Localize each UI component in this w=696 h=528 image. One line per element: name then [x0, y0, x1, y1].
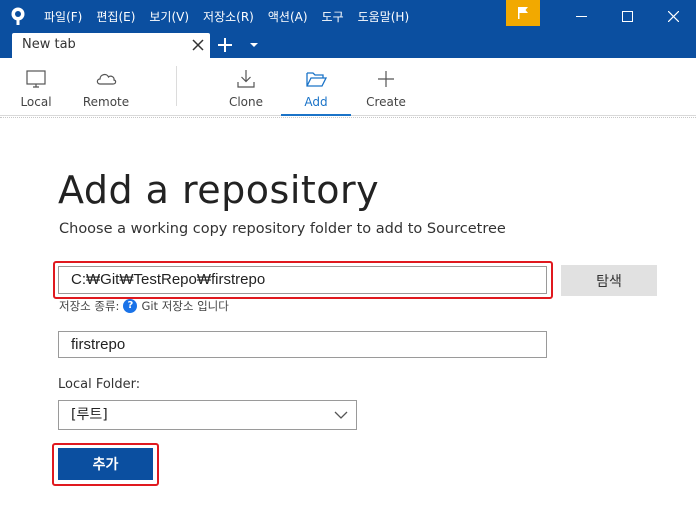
add-tab-button[interactable]: Add: [281, 58, 351, 116]
menu-actions[interactable]: 액션(A): [268, 8, 308, 25]
browse-button[interactable]: 탐색: [561, 265, 657, 296]
remote-label: Remote: [82, 95, 130, 109]
minimize-icon: [575, 15, 587, 17]
toolbar: Local Remote Clone Add Create: [0, 58, 696, 116]
create-button[interactable]: Create: [362, 58, 410, 116]
repository-type-value: Git 저장소 입니다: [141, 299, 229, 313]
menu-file[interactable]: 파일(F): [44, 8, 82, 25]
tab-strip: New tab: [0, 32, 696, 58]
menu-edit[interactable]: 편집(E): [96, 8, 135, 25]
menu-bar: 파일(F) 편집(E) 보기(V) 저장소(R) 액션(A) 도구 도움말(H): [44, 0, 409, 32]
repository-type-row: 저장소 종류: ? Git 저장소 입니다: [59, 298, 229, 314]
menu-tools[interactable]: 도구: [322, 8, 344, 25]
maximize-button[interactable]: [604, 0, 650, 32]
close-tab-icon[interactable]: [192, 39, 204, 51]
add-repository-panel: Add a repository Choose a working copy r…: [0, 117, 696, 528]
chevron-down-icon: [334, 411, 348, 419]
folder-open-icon: [306, 72, 327, 87]
download-icon: [237, 70, 255, 88]
repository-type-label: 저장소 종류:: [59, 299, 120, 313]
close-window-button[interactable]: [650, 0, 696, 32]
flag-icon: [518, 7, 528, 19]
tab-label: New tab: [22, 37, 76, 52]
local-folder-value: [루트]: [71, 407, 108, 423]
local-folder-label: Local Folder:: [58, 377, 141, 392]
add-highlight-box: [52, 443, 159, 486]
menu-view[interactable]: 보기(V): [149, 8, 189, 25]
maximize-icon: [621, 10, 633, 22]
cloud-icon: [96, 73, 117, 85]
plus-icon: [378, 71, 394, 87]
page-subtitle: Choose a working copy repository folder …: [59, 221, 506, 237]
flag-button[interactable]: [506, 0, 540, 26]
bookmark-name-input[interactable]: firstrepo: [58, 331, 547, 358]
remote-button[interactable]: Remote: [80, 58, 132, 116]
close-icon: [667, 10, 679, 22]
sourcetree-logo-icon: [11, 7, 25, 25]
clone-button[interactable]: Clone: [222, 58, 270, 116]
help-icon[interactable]: ?: [123, 299, 138, 313]
local-button[interactable]: Local: [12, 58, 60, 116]
page-title: Add a repository: [58, 168, 380, 212]
local-folder-select[interactable]: [루트]: [58, 400, 357, 430]
local-label: Local: [20, 95, 52, 109]
menu-repository[interactable]: 저장소(R): [203, 8, 254, 25]
add-tab-icon[interactable]: [217, 37, 233, 53]
title-bar: 파일(F) 편집(E) 보기(V) 저장소(R) 액션(A) 도구 도움말(H): [0, 0, 696, 32]
clone-label: Clone: [228, 95, 264, 109]
menu-help[interactable]: 도움말(H): [358, 8, 410, 25]
path-highlight-box: [53, 261, 553, 299]
monitor-icon: [26, 70, 46, 88]
toolbar-divider: [176, 66, 177, 106]
chevron-down-icon[interactable]: [249, 41, 259, 49]
add-label: Add: [304, 95, 328, 109]
tab-new[interactable]: New tab: [12, 33, 210, 58]
minimize-button[interactable]: [558, 0, 604, 32]
create-label: Create: [366, 95, 406, 109]
